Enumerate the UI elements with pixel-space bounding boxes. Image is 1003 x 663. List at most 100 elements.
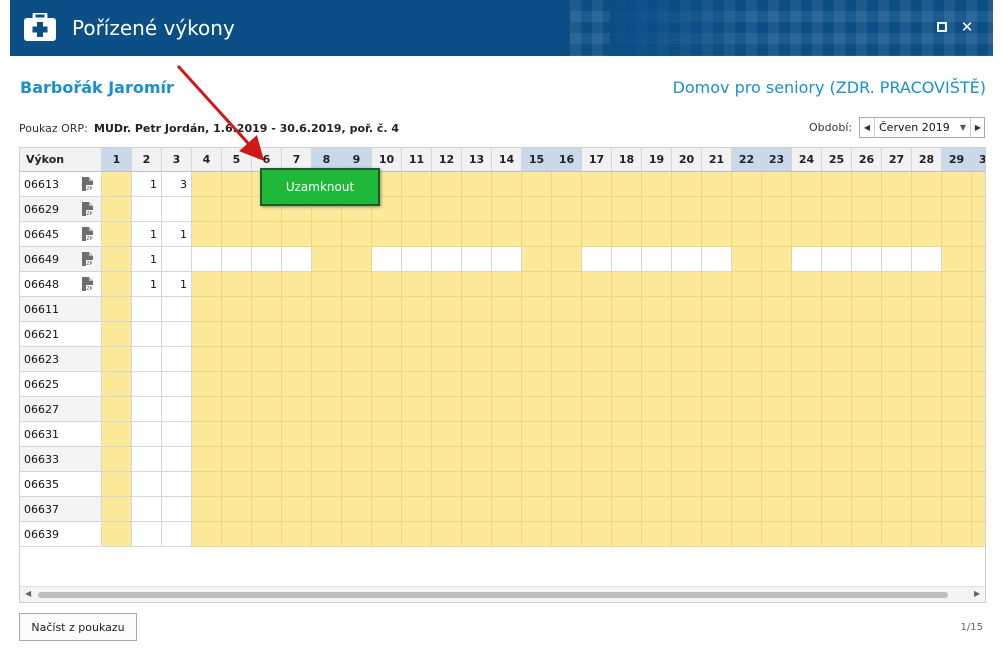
day-cell[interactable] (252, 497, 282, 522)
day-cell[interactable] (342, 322, 372, 347)
day-cell[interactable] (732, 497, 762, 522)
day-cell[interactable] (582, 472, 612, 497)
day-cell[interactable] (132, 397, 162, 422)
day-cell[interactable] (822, 447, 852, 472)
day-cell[interactable] (462, 522, 492, 547)
day-cell[interactable] (552, 222, 582, 247)
day-cell[interactable] (462, 497, 492, 522)
day-cell[interactable] (402, 247, 432, 272)
day-cell[interactable] (582, 197, 612, 222)
day-cell[interactable] (252, 422, 282, 447)
day-cell[interactable] (732, 522, 762, 547)
day-cell[interactable] (432, 347, 462, 372)
day-cell[interactable] (822, 372, 852, 397)
document-zp-icon[interactable]: ZP (82, 177, 93, 191)
day-cell[interactable] (282, 497, 312, 522)
day-cell[interactable] (942, 222, 972, 247)
day-cell[interactable] (612, 272, 642, 297)
day-cell[interactable] (792, 347, 822, 372)
day-cell[interactable] (942, 422, 972, 447)
day-cell[interactable]: 1 (162, 222, 192, 247)
row-code-cell[interactable]: 06635 (20, 472, 102, 497)
day-cell[interactable] (132, 197, 162, 222)
day-cell[interactable] (132, 372, 162, 397)
horizontal-scrollbar[interactable]: ◀ ▶ (20, 586, 985, 602)
day-cell[interactable] (762, 422, 792, 447)
day-cell[interactable] (882, 497, 912, 522)
day-cell[interactable] (822, 172, 852, 197)
day-cell[interactable] (132, 347, 162, 372)
day-header[interactable]: 5 (222, 148, 252, 172)
day-cell[interactable] (942, 522, 972, 547)
day-header[interactable]: 17 (582, 148, 612, 172)
day-cell[interactable] (312, 297, 342, 322)
day-cell[interactable] (432, 297, 462, 322)
day-cell[interactable] (792, 472, 822, 497)
day-cell[interactable] (702, 247, 732, 272)
day-cell[interactable] (702, 222, 732, 247)
day-cell[interactable] (882, 222, 912, 247)
day-cell[interactable] (102, 247, 132, 272)
lock-button[interactable]: Uzamknout (260, 168, 380, 206)
day-cell[interactable] (462, 197, 492, 222)
day-cell[interactable] (702, 497, 732, 522)
day-cell[interactable] (462, 397, 492, 422)
day-cell[interactable] (882, 197, 912, 222)
day-cell[interactable] (972, 397, 985, 422)
day-cell[interactable] (822, 497, 852, 522)
day-header[interactable]: 4 (192, 148, 222, 172)
day-cell[interactable] (102, 197, 132, 222)
day-cell[interactable] (672, 222, 702, 247)
day-cell[interactable] (852, 322, 882, 347)
day-cell[interactable] (702, 272, 732, 297)
day-cell[interactable] (462, 222, 492, 247)
day-cell[interactable] (852, 172, 882, 197)
day-cell[interactable] (912, 197, 942, 222)
day-cell[interactable] (852, 397, 882, 422)
day-cell[interactable] (792, 372, 822, 397)
day-cell[interactable] (612, 297, 642, 322)
day-cell[interactable] (102, 522, 132, 547)
day-cell[interactable] (522, 272, 552, 297)
day-cell[interactable] (492, 447, 522, 472)
previous-month-button[interactable]: ◀ (860, 118, 875, 137)
day-cell[interactable] (402, 272, 432, 297)
day-cell[interactable] (672, 247, 702, 272)
day-cell[interactable] (282, 322, 312, 347)
day-cell[interactable] (372, 347, 402, 372)
day-cell[interactable] (642, 447, 672, 472)
day-cell[interactable] (672, 297, 702, 322)
day-cell[interactable] (432, 447, 462, 472)
day-cell[interactable] (612, 372, 642, 397)
day-cell[interactable] (972, 172, 985, 197)
day-cell[interactable] (912, 522, 942, 547)
day-cell[interactable] (252, 372, 282, 397)
day-cell[interactable] (102, 347, 132, 372)
day-cell[interactable] (852, 447, 882, 472)
day-cell[interactable] (222, 347, 252, 372)
day-cell[interactable] (162, 522, 192, 547)
day-cell[interactable] (102, 472, 132, 497)
day-cell[interactable] (372, 372, 402, 397)
day-cell[interactable] (732, 447, 762, 472)
day-cell[interactable] (762, 497, 792, 522)
day-header[interactable]: 30 (972, 148, 985, 172)
day-header[interactable]: 22 (732, 148, 762, 172)
day-cell[interactable] (612, 497, 642, 522)
day-cell[interactable] (312, 347, 342, 372)
day-header[interactable]: 14 (492, 148, 522, 172)
close-button[interactable]: ✕ (957, 17, 977, 37)
day-cell[interactable] (852, 497, 882, 522)
day-cell[interactable] (612, 522, 642, 547)
day-header[interactable]: 11 (402, 148, 432, 172)
day-cell[interactable] (552, 172, 582, 197)
day-cell[interactable] (582, 497, 612, 522)
day-cell[interactable] (432, 472, 462, 497)
day-cell[interactable] (792, 172, 822, 197)
day-cell[interactable] (402, 522, 432, 547)
day-cell[interactable] (312, 247, 342, 272)
day-cell[interactable] (492, 372, 522, 397)
day-cell[interactable] (762, 397, 792, 422)
day-cell[interactable] (852, 472, 882, 497)
day-cell[interactable] (972, 297, 985, 322)
